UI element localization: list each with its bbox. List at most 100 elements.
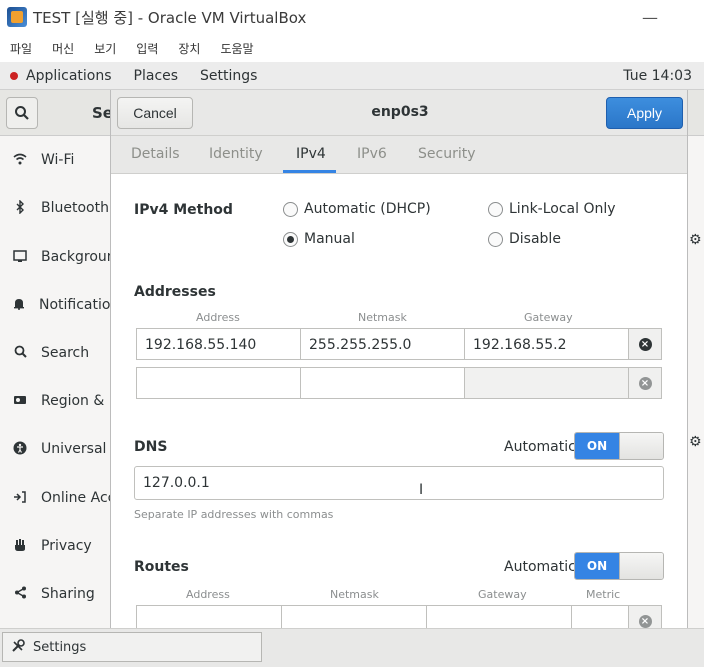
- route-netmask-header: Netmask: [330, 588, 379, 601]
- places-menu[interactable]: Places: [134, 68, 179, 84]
- sidebar-item-notifications[interactable]: Notifications: [0, 281, 110, 329]
- sidebar-item-label: Background: [41, 249, 110, 265]
- close-icon: ×: [638, 337, 652, 351]
- route-address-header: Address: [186, 588, 230, 601]
- menu-view[interactable]: 보기: [94, 40, 116, 57]
- switch-on-label: ON: [575, 553, 619, 579]
- sidebar-item-label: Bluetooth: [41, 200, 109, 216]
- tab-identity[interactable]: Identity: [209, 146, 263, 162]
- radio-manual[interactable]: Manual: [283, 231, 355, 247]
- radio-circle: [488, 231, 503, 247]
- dns-automatic-label: Automatic: [504, 439, 576, 455]
- connection-editor-dialog: Cancel enp0s3 Apply Details Identity IPv…: [110, 90, 688, 628]
- applications-menu[interactable]: Applications: [26, 68, 112, 84]
- dns-label: DNS: [134, 439, 168, 455]
- menu-input[interactable]: 입력: [136, 40, 158, 57]
- sidebar-item-privacy[interactable]: Privacy: [0, 522, 110, 570]
- routes-automatic-label: Automatic: [504, 559, 576, 575]
- radio-link-local-only[interactable]: Link-Local Only: [488, 201, 616, 217]
- dns-automatic-switch[interactable]: ON: [574, 432, 664, 460]
- route-metric-input[interactable]: [571, 605, 629, 628]
- dns-hint: Separate IP addresses with commas: [134, 508, 334, 521]
- delete-address-button[interactable]: ×: [628, 328, 662, 360]
- delete-route-button[interactable]: ×: [628, 605, 662, 628]
- privacy-icon: [13, 538, 27, 555]
- route-address-input[interactable]: [136, 605, 282, 628]
- route-netmask-input[interactable]: [281, 605, 427, 628]
- sidebar-item-background[interactable]: Background: [0, 233, 110, 281]
- gear-icon: ⚙: [689, 232, 702, 248]
- radio-label: Disable: [509, 231, 561, 247]
- menu-devices[interactable]: 장치: [178, 40, 200, 57]
- region-icon: [13, 394, 27, 409]
- clock[interactable]: Tue 14:03: [623, 68, 692, 84]
- delete-empty-address-button[interactable]: ×: [628, 367, 662, 399]
- addresses-label: Addresses: [134, 284, 216, 300]
- sidebar-item-wifi[interactable]: Wi-Fi: [0, 136, 110, 184]
- background-icon: [13, 249, 27, 265]
- taskbar-settings-button[interactable]: Settings: [2, 632, 262, 662]
- sidebar-item-region[interactable]: Region & Language: [0, 377, 110, 425]
- bell-icon: [13, 297, 25, 313]
- bluetooth-icon: [13, 198, 27, 217]
- text-cursor-icon: I: [419, 482, 424, 498]
- sidebar-item-label: Notifications: [39, 297, 110, 313]
- window-title: TEST [실행 중] - Oracle VM VirtualBox: [33, 8, 307, 27]
- tab-details[interactable]: Details: [131, 146, 180, 162]
- close-icon: ×: [638, 376, 652, 390]
- address-input-empty[interactable]: [136, 367, 301, 399]
- sidebar-item-sharing[interactable]: Sharing: [0, 570, 110, 618]
- online-accounts-icon: [13, 490, 27, 507]
- sidebar-item-universal-access[interactable]: Universal Access: [0, 425, 110, 473]
- settings-menu[interactable]: Settings: [200, 68, 257, 84]
- applications-icon: [10, 71, 18, 80]
- route-metric-header: Metric: [586, 588, 621, 601]
- switch-knob: [619, 553, 663, 579]
- ipv4-method-label: IPv4 Method: [134, 202, 233, 218]
- tab-security[interactable]: Security: [418, 146, 476, 162]
- routes-automatic-switch[interactable]: ON: [574, 552, 664, 580]
- gear-icon: ⚙: [689, 434, 702, 450]
- sidebar-item-label: Region & Language: [41, 393, 110, 409]
- search-button[interactable]: [6, 97, 38, 129]
- virtualbox-title-bar: TEST [실행 중] - Oracle VM VirtualBox —: [0, 0, 704, 34]
- virtualbox-menu-bar: 파일 머신 보기 입력 장치 도움말: [0, 34, 704, 62]
- address-input[interactable]: 192.168.55.140: [136, 328, 301, 360]
- radio-automatic-dhcp[interactable]: Automatic (DHCP): [283, 201, 431, 217]
- sidebar-item-label: Privacy: [41, 538, 92, 554]
- settings-sidebar: Wi-Fi Bluetooth Background Notifications…: [0, 136, 110, 628]
- sidebar-item-label: Search: [41, 345, 90, 361]
- sidebar-item-label: Sharing: [41, 586, 95, 602]
- netmask-input-empty[interactable]: [300, 367, 465, 399]
- sidebar-item-online-accounts[interactable]: Online Accounts: [0, 474, 110, 522]
- tab-ipv4[interactable]: IPv4: [296, 146, 326, 162]
- virtualbox-logo-icon: [7, 7, 27, 27]
- search-icon: [15, 106, 29, 120]
- sidebar-item-bluetooth[interactable]: Bluetooth: [0, 184, 110, 232]
- switch-knob: [619, 433, 663, 459]
- route-gateway-header: Gateway: [478, 588, 527, 601]
- route-gateway-input[interactable]: [426, 605, 572, 628]
- minimize-button[interactable]: —: [642, 8, 658, 27]
- gateway-input[interactable]: 192.168.55.2: [464, 328, 629, 360]
- taskbar-settings-label: Settings: [33, 639, 87, 655]
- menu-machine[interactable]: 머신: [52, 40, 74, 57]
- menu-file[interactable]: 파일: [10, 40, 32, 57]
- radio-circle: [488, 201, 503, 217]
- gnome-top-bar: Applications Places Settings Tue 14:03: [0, 62, 704, 90]
- radio-disable[interactable]: Disable: [488, 231, 561, 247]
- address-column-header: Address: [196, 311, 240, 324]
- netmask-input[interactable]: 255.255.255.0: [300, 328, 465, 360]
- sidebar-item-search[interactable]: Search: [0, 329, 110, 377]
- menu-help[interactable]: 도움말: [220, 40, 253, 57]
- dns-input[interactable]: 127.0.0.1: [134, 466, 664, 500]
- wifi-icon: [13, 153, 27, 168]
- tab-ipv6[interactable]: IPv6: [357, 146, 387, 162]
- radio-label: Link-Local Only: [509, 201, 616, 217]
- settings-tools-icon: [11, 638, 25, 656]
- sidebar-item-label: Universal Access: [41, 441, 110, 457]
- active-tab-indicator: [283, 170, 336, 173]
- apply-button[interactable]: Apply: [606, 97, 683, 129]
- radio-label: Manual: [304, 231, 355, 247]
- gateway-input-empty[interactable]: [464, 367, 629, 399]
